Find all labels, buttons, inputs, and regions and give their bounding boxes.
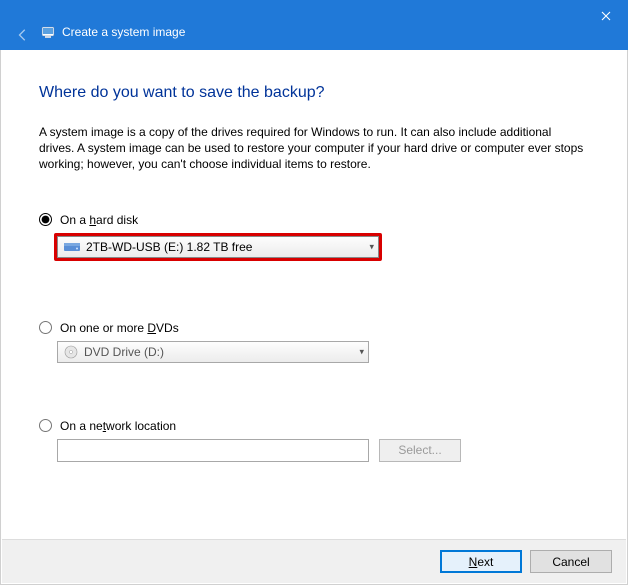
- option-dvd-label: On one or more DVDs: [60, 321, 179, 335]
- hard-drive-icon: [64, 241, 80, 253]
- dvd-selected: DVD Drive (D:): [84, 345, 164, 359]
- back-button: [14, 26, 32, 44]
- select-button: Select...: [379, 439, 461, 462]
- radio-network[interactable]: [39, 419, 52, 432]
- network-path-input[interactable]: [57, 439, 369, 462]
- option-network-label: On a network location: [60, 419, 176, 433]
- dvd-dropdown[interactable]: DVD Drive (D:) ▾: [57, 341, 369, 363]
- option-hard-disk[interactable]: On a hard disk: [39, 213, 589, 227]
- radio-dvd[interactable]: [39, 321, 52, 334]
- option-hard-disk-label: On a hard disk: [60, 213, 138, 227]
- option-hard-disk-group: On a hard disk 2TB-WD-USB (E:) 1.82 TB f…: [39, 213, 589, 261]
- highlight-box: 2TB-WD-USB (E:) 1.82 TB free ▾: [54, 233, 382, 261]
- footer: Next Cancel: [2, 539, 626, 583]
- chevron-down-icon: ▾: [369, 241, 374, 252]
- title-bar: Create a system image: [0, 0, 628, 50]
- page-heading: Where do you want to save the backup?: [39, 84, 589, 102]
- hard-disk-selected: 2TB-WD-USB (E:) 1.82 TB free: [86, 240, 252, 254]
- page-description: A system image is a copy of the drives r…: [39, 124, 589, 173]
- client-area: Where do you want to save the backup? A …: [0, 50, 628, 585]
- close-button[interactable]: [583, 2, 628, 30]
- hard-disk-dropdown[interactable]: 2TB-WD-USB (E:) 1.82 TB free ▾: [57, 236, 379, 258]
- radio-hard-disk[interactable]: [39, 213, 52, 226]
- option-dvd[interactable]: On one or more DVDs: [39, 321, 589, 335]
- disc-icon: [64, 345, 78, 359]
- option-network-group: On a network location Select...: [39, 419, 589, 462]
- cancel-button[interactable]: Cancel: [530, 550, 612, 573]
- option-dvd-group: On one or more DVDs DVD Drive (D:) ▾: [39, 321, 589, 363]
- app-icon: [40, 24, 56, 40]
- window-title: Create a system image: [62, 25, 185, 39]
- option-network[interactable]: On a network location: [39, 419, 589, 433]
- chevron-down-icon: ▾: [359, 346, 364, 357]
- next-button[interactable]: Next: [440, 550, 522, 573]
